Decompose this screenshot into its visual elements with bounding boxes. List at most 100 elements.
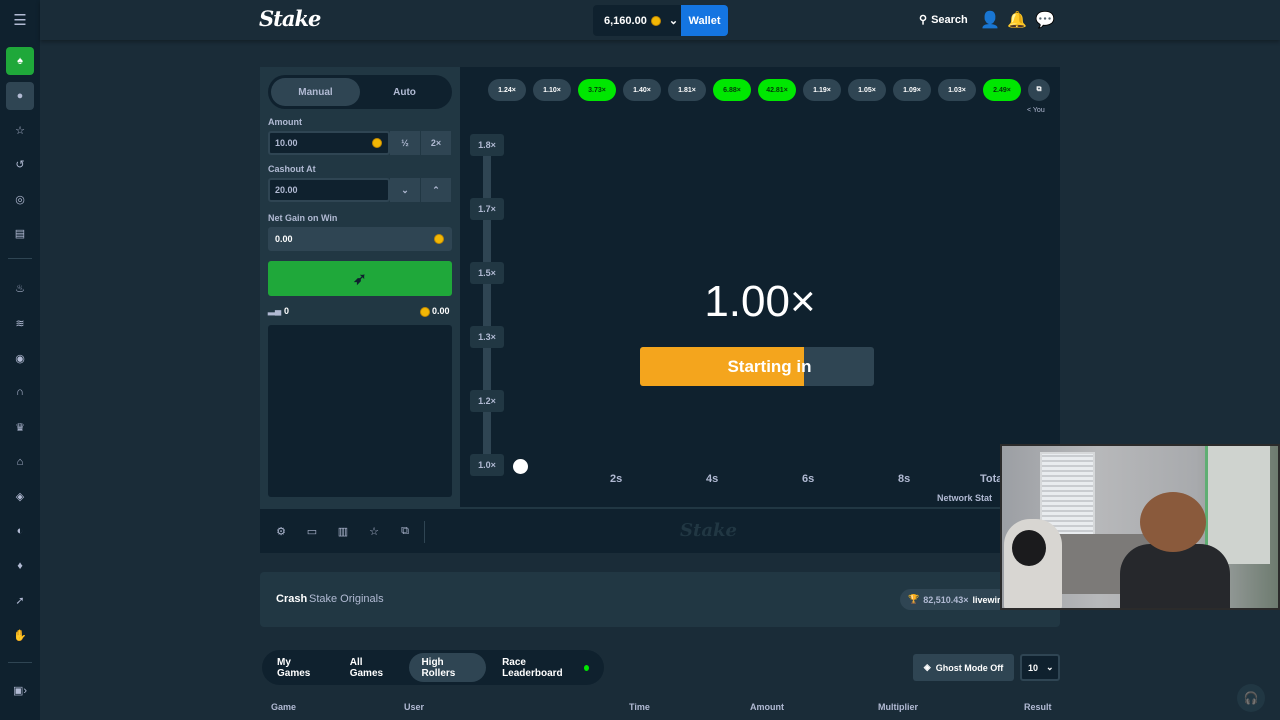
new-releases-icon[interactable]: ◈ (8, 484, 32, 508)
user-icon[interactable]: 👤 (980, 12, 1000, 29)
search-label: Search (931, 13, 968, 26)
multiplier-pill[interactable]: 1.19× (803, 79, 841, 101)
game-shows-icon[interactable]: ♛ (8, 415, 32, 439)
notifications-icon[interactable]: 🔔 (1007, 12, 1027, 29)
y-tick: 1.8× (470, 134, 504, 156)
net-gain-value: 0.00 (275, 234, 293, 244)
rocket-icon[interactable]: ➚ (8, 588, 32, 612)
col-time: Time (629, 702, 650, 712)
theatre-mode-icon[interactable]: ▭ (305, 524, 319, 538)
support-chat-icon[interactable]: 🎧 (1237, 684, 1265, 712)
left-rail: ☰ ♠ ● ☆ ↺ ◎ ▤ ♨ ≋ ◉ ∩ ♛ ⌂ ◈ ◐ ♦ ➚ ✋ ▣› (0, 0, 40, 720)
current-multiplier: 1.00× (704, 277, 816, 326)
tab-high-rollers[interactable]: High Rollers (409, 653, 487, 682)
cashout-input[interactable]: 20.00 (268, 178, 390, 202)
favourites-icon[interactable]: ☆ (8, 118, 32, 142)
ghost-icon: ◈ (923, 662, 931, 672)
multiplier-pill[interactable]: 1.24× (488, 79, 526, 101)
wallet-button[interactable]: Wallet (681, 5, 728, 36)
crash-graph-icon: ➶ (353, 270, 367, 288)
live-dot (583, 664, 589, 671)
favourite-icon[interactable]: ☆ (367, 524, 381, 538)
col-user: User (404, 702, 425, 712)
countdown-text: Starting in (727, 357, 812, 376)
multiplier-pill[interactable]: 1.09× (893, 79, 931, 101)
multiplier-pill[interactable]: 1.03× (938, 79, 976, 101)
game-panel: Manual Auto Amount 10.00 ½ 2× Cashout At… (260, 67, 1060, 507)
settings-icon[interactable]: ⚙ (274, 524, 288, 538)
multiplier-pill[interactable]: 2.49× (983, 79, 1021, 101)
race-leaderboard-label: Race Leaderboard (502, 656, 563, 679)
chevron-down-icon: ⌄ (1046, 662, 1054, 672)
rail-divider (8, 662, 32, 663)
coin-icon (434, 234, 444, 244)
originals-icon[interactable]: ◉ (8, 346, 32, 370)
half-button[interactable]: ½ (390, 131, 420, 155)
tab-auto[interactable]: Auto (360, 78, 449, 106)
stake-logo[interactable]: Stake (259, 6, 321, 31)
challenges-icon[interactable]: ◎ (8, 187, 32, 211)
chevron-down-icon: ⌄ (668, 15, 679, 27)
cashout-label: Cashout At (268, 164, 316, 174)
stake-exclusives-icon[interactable]: ⌂ (8, 450, 32, 474)
recent-icon[interactable]: ↺ (8, 152, 32, 176)
live-casino-icon[interactable]: ∩ (8, 380, 32, 404)
col-amount: Amount (750, 702, 784, 712)
y-tick: 1.3× (470, 326, 504, 348)
top-win-badge: 🏆 82,510.43× livewire (900, 589, 1014, 610)
multiplier-pill[interactable]: 6.88× (713, 79, 751, 101)
cashout-decrease-button[interactable]: ⌄ (390, 178, 420, 202)
bets-tabs: My Games All Games High Rollers Race Lea… (262, 650, 604, 685)
tab-race-leaderboard[interactable]: Race Leaderboard (490, 653, 601, 682)
my-bets-icon[interactable]: ▤ (8, 221, 32, 245)
search-button[interactable]: ⚲ Search (919, 13, 968, 27)
game-provider: Stake Originals (309, 593, 384, 605)
multiplier-pill[interactable]: 1.81× (668, 79, 706, 101)
hot-icon[interactable]: ♨ (8, 276, 32, 300)
coin-icon (372, 138, 382, 148)
search-icon: ⚲ (919, 14, 928, 26)
menu-icon[interactable]: ☰ (8, 8, 32, 32)
tab-all-games[interactable]: All Games (338, 653, 406, 682)
x-tick: 8s (898, 473, 911, 485)
casino-icon[interactable]: ♠ (6, 47, 34, 75)
history-table-icon[interactable]: ⧉ (1028, 79, 1050, 101)
y-tick: 1.5× (470, 262, 504, 284)
multiplier-pill[interactable]: 1.10× (533, 79, 571, 101)
sports-icon[interactable]: ● (6, 82, 34, 110)
popout-icon[interactable]: ⧉ (398, 524, 412, 538)
x-tick: 4s (706, 473, 719, 485)
tab-manual[interactable]: Manual (271, 78, 360, 106)
balance-selector[interactable]: 6,160.00 ⌄ (593, 5, 681, 36)
chat-icon[interactable]: 💬 (1035, 12, 1055, 29)
game-title: Crash (276, 593, 308, 605)
multiplier-pill[interactable]: 1.40× (623, 79, 661, 101)
network-status[interactable]: Network Stat (937, 493, 992, 503)
cashout-increase-button[interactable]: ⌃ (421, 178, 451, 202)
ghost-mode-button[interactable]: ◈ Ghost Mode Off (913, 654, 1014, 681)
publishers-icon[interactable]: ◐ (8, 519, 32, 543)
y-tick: 1.2× (470, 390, 504, 412)
blackjack-icon[interactable]: ♦ (8, 554, 32, 578)
multiplier-pill[interactable]: 3.73× (578, 79, 616, 101)
amount-input[interactable]: 10.00 (268, 131, 390, 155)
game-info-bar[interactable]: Crash Stake Originals 🏆 82,510.43× livew… (260, 572, 1060, 627)
rows-select[interactable]: 10 ⌄ (1020, 654, 1060, 681)
amount-label: Amount (268, 117, 302, 127)
tab-my-games[interactable]: My Games (265, 653, 334, 682)
slots-icon[interactable]: ≋ (8, 311, 32, 335)
top-win-multiplier: 82,510.43× (923, 594, 969, 605)
live-bets-list (268, 325, 452, 497)
previous-multipliers: 1.24× 1.10× 3.73× 1.40× 1.81× 6.88× 42.81× 1.19… (488, 79, 1050, 101)
stats-icon[interactable]: ▥ (336, 524, 350, 538)
net-gain-field: 0.00 (268, 227, 452, 251)
double-button[interactable]: 2× (421, 131, 451, 155)
balance-amount: 6,160.00 (604, 14, 647, 27)
hand-icon[interactable]: ✋ (8, 623, 32, 647)
multiplier-pill[interactable]: 1.05× (848, 79, 886, 101)
col-game: Game (271, 702, 297, 712)
multiplier-pill[interactable]: 42.81× (758, 79, 796, 101)
coin-icon (420, 307, 430, 317)
bet-button[interactable]: ➶ (268, 261, 452, 296)
promotions-icon[interactable]: ▣› (8, 678, 32, 702)
